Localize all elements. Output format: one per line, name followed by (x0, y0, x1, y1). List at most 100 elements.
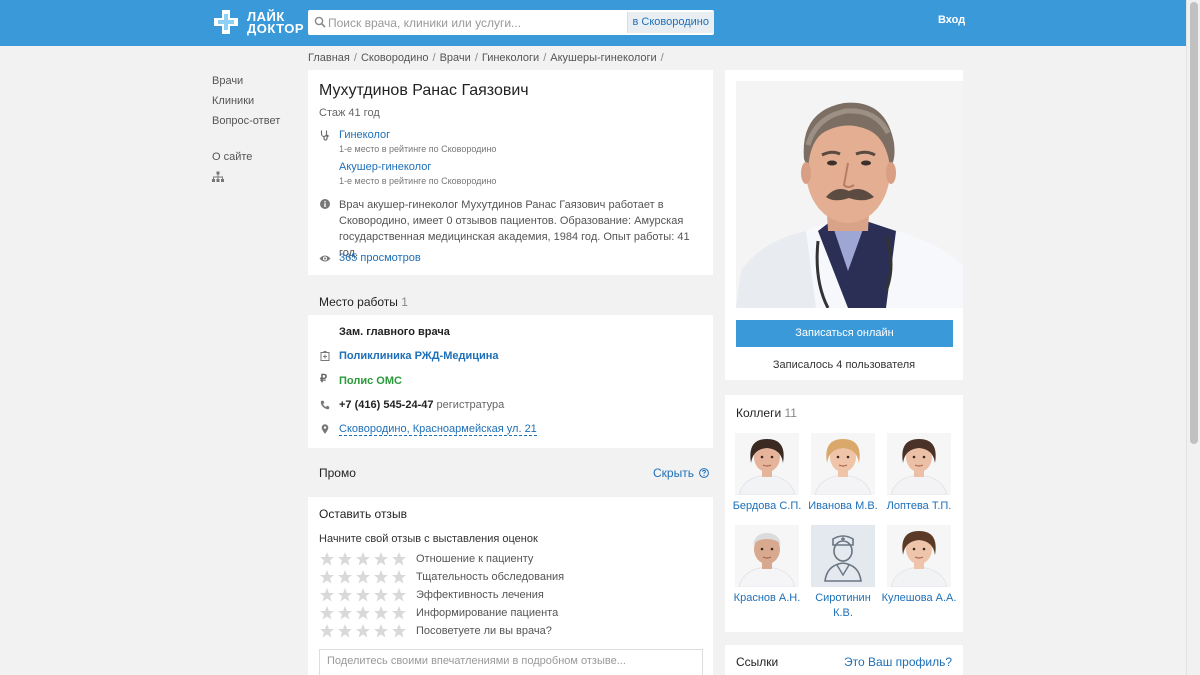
search-input[interactable] (328, 10, 628, 35)
colleague-item[interactable]: Лоптева Т.П. (881, 433, 957, 514)
rating-label: Посоветуете ли вы врача? (416, 625, 552, 637)
breadcrumb-separator: / (353, 52, 357, 64)
review-subtitle: Начните свой отзыв с выставления оценок (319, 533, 538, 545)
login-link[interactable]: Вход (938, 14, 965, 26)
breadcrumb-separator: / (432, 52, 436, 64)
breadcrumb: Главная / Сковородино / Врачи / Гинекологи / Аку… (308, 52, 668, 64)
book-online-button[interactable]: Записаться онлайн (736, 320, 953, 347)
workplace-card: Зам. главного врача Поликлиника РЖД-Меди… (308, 315, 713, 448)
search-city-selector[interactable]: в Сковородино (626, 12, 714, 33)
rating-row: Информирование пациента (319, 605, 699, 623)
star-icon[interactable] (374, 588, 388, 602)
star-icon[interactable] (338, 624, 352, 638)
star-icon[interactable] (356, 588, 370, 602)
star-icon[interactable] (374, 624, 388, 638)
star-icon[interactable] (338, 570, 352, 584)
stethoscope-icon (320, 130, 329, 141)
colleague-photo (887, 525, 951, 587)
review-textarea[interactable] (319, 649, 703, 675)
breadcrumb-item-city[interactable]: Сковородино (361, 52, 429, 64)
rating-label: Информирование пациента (416, 607, 559, 619)
spec-rank: 1-е место в рейтинге по Сковородино (339, 176, 497, 186)
header: ЛАЙК ДОКТОР в Сковородино Вход (0, 0, 1200, 46)
insurance-oms: Полис ОМС (339, 375, 402, 387)
colleagues-title-text: Коллеги (736, 406, 782, 420)
doctor-name: Мухутдинов Ранас Гаязович (319, 82, 529, 99)
promo-hide-button[interactable]: Скрыть (653, 466, 710, 480)
breadcrumb-item-doctors[interactable]: Врачи (440, 52, 471, 64)
colleague-item[interactable]: Сиротинин К.В. (805, 525, 881, 621)
breadcrumb-separator: / (543, 52, 547, 64)
star-icon[interactable] (392, 588, 406, 602)
hospital-icon (320, 351, 330, 361)
rating-label: Отношение к пациенту (416, 553, 534, 565)
star-icon[interactable] (338, 606, 352, 620)
star-icon[interactable] (374, 606, 388, 620)
colleague-name[interactable]: Кулешова А.А. (881, 591, 957, 606)
review-card: Оставить отзыв Начните свой отзыв с выст… (308, 497, 713, 675)
breadcrumb-item-gynecologists[interactable]: Гинекологи (482, 52, 539, 64)
colleague-item[interactable]: Бердова С.П. (729, 433, 805, 514)
work-position: Зам. главного врача (339, 326, 450, 338)
star-icon[interactable] (356, 606, 370, 620)
work-section-title: Место работы 1 (319, 295, 724, 309)
doctor-info-card: Мухутдинов Ранас Гаязович Стаж 41 год Ги… (308, 70, 713, 275)
rating-stars (320, 570, 406, 584)
nav-item-doctors[interactable]: Врачи (212, 74, 302, 94)
site-logo[interactable]: ЛАЙК ДОКТОР (212, 8, 304, 38)
rating-row: Отношение к пациенту (319, 551, 699, 569)
breadcrumb-item-home[interactable]: Главная (308, 52, 350, 64)
colleague-photo-frame (735, 433, 799, 495)
promo-hide-label: Скрыть (653, 466, 694, 480)
star-icon[interactable] (320, 570, 334, 584)
star-icon[interactable] (320, 552, 334, 566)
star-icon[interactable] (356, 570, 370, 584)
star-icon[interactable] (392, 606, 406, 620)
address-link[interactable]: Сковородино, Красноармейская ул. 21 (339, 423, 537, 436)
nav-item-about[interactable]: О сайте (212, 150, 302, 170)
star-icon[interactable] (320, 624, 334, 638)
colleague-item[interactable]: Краснов А.Н. (729, 525, 805, 606)
views-count[interactable]: 365 просмотров (339, 252, 421, 264)
rating-row: Посоветуете ли вы врача? (319, 623, 699, 641)
colleague-name[interactable]: Бердова С.П. (729, 499, 805, 514)
star-icon[interactable] (392, 624, 406, 638)
doctor-portrait-image (736, 81, 963, 308)
map-pin-icon (321, 424, 329, 434)
clinic-link[interactable]: Поликлиника РЖД-Медицина (339, 350, 499, 362)
star-icon[interactable] (392, 552, 406, 566)
doctor-photo-card: Записаться онлайн Записалось 4 пользоват… (725, 70, 963, 380)
colleague-name[interactable]: Краснов А.Н. (729, 591, 805, 606)
rating-row: Эффективность лечения (319, 587, 699, 605)
star-icon[interactable] (374, 570, 388, 584)
colleague-name[interactable]: Лоптева Т.П. (881, 499, 957, 514)
star-icon[interactable] (338, 588, 352, 602)
colleague-photo-frame (887, 525, 951, 587)
nav-item-clinics[interactable]: Клиники (212, 94, 302, 114)
star-icon[interactable] (320, 588, 334, 602)
star-icon[interactable] (374, 552, 388, 566)
star-icon[interactable] (356, 552, 370, 566)
colleague-item[interactable]: Иванова М.В. (805, 433, 881, 514)
rating-row: Тщательность обследования (319, 569, 699, 587)
colleague-item[interactable]: Кулешова А.А. (881, 525, 957, 606)
ruble-icon: ₽ (320, 373, 327, 385)
is-your-profile-link[interactable]: Это Ваш профиль? (844, 655, 952, 669)
breadcrumb-item-obstetricians[interactable]: Акушеры-гинекологи (550, 52, 656, 64)
spec-title[interactable]: Гинеколог (339, 129, 496, 141)
sitemap-icon[interactable] (212, 171, 224, 183)
star-icon[interactable] (338, 552, 352, 566)
page-scrollbar[interactable] (1186, 0, 1200, 675)
scrollbar-thumb[interactable] (1190, 2, 1198, 444)
star-icon[interactable] (356, 624, 370, 638)
star-icon[interactable] (392, 570, 406, 584)
colleagues-title: Коллеги 11 (736, 406, 797, 420)
nav-item-qa[interactable]: Вопрос-ответ (212, 114, 302, 134)
colleague-name[interactable]: Сиротинин К.В. (805, 591, 881, 621)
logo-text: ЛАЙК ДОКТОР (247, 10, 304, 35)
star-icon[interactable] (320, 606, 334, 620)
spec-title[interactable]: Акушер-гинеколог (339, 161, 496, 173)
colleague-photo (735, 525, 799, 587)
colleague-name[interactable]: Иванова М.В. (805, 499, 881, 514)
phone-number[interactable]: +7 (416) 545-24-47 (339, 399, 433, 411)
